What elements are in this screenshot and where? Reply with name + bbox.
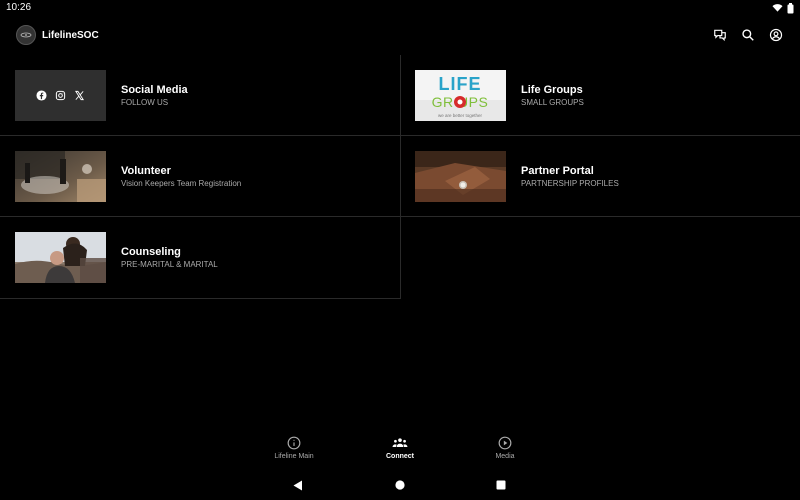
chat-icon [714,29,726,42]
life-groups-thumbnail: LIFE GR UPS we are better together [415,70,506,121]
account-icon [769,28,783,42]
nav-label: Lifeline Main [274,453,314,460]
svg-text:we are better together: we are better together [438,113,483,118]
card-life-groups[interactable]: LIFE GR UPS we are better together Life … [400,55,800,136]
svg-text:LIFE: LIFE [439,74,482,94]
account-button[interactable] [768,27,784,43]
card-subtitle: PARTNERSHIP PROFILES [521,179,619,188]
wifi-icon [772,4,783,12]
card-subtitle: FOLLOW US [121,98,169,107]
card-counseling[interactable]: Counseling PRE-MARITAL & MARITAL [0,217,400,298]
card-title: Counseling [121,246,181,258]
card-subtitle: SMALL GROUPS [521,98,584,107]
card-subtitle: PRE-MARITAL & MARITAL [121,260,218,269]
card-title: Life Groups [521,84,583,96]
system-recents-button[interactable] [494,478,508,492]
app-bar: LifelineSOC [0,20,800,52]
app-logo [16,25,36,45]
social-media-thumbnail [15,70,106,121]
life-groups-logo: LIFE GR UPS we are better together [415,70,506,121]
status-icons [772,2,794,14]
card-title: Partner Portal [521,165,594,177]
search-icon [742,29,754,41]
battery-icon [787,2,794,13]
counseling-photo [15,232,106,283]
group-icon [392,438,408,447]
card-subtitle: Vision Keepers Team Registration [121,179,242,188]
facebook-icon [36,90,47,101]
divider [0,298,400,299]
system-nav [0,474,800,496]
nav-media[interactable]: Media [465,436,545,470]
card-partner-portal[interactable]: Partner Portal PARTNERSHIP PROFILES [400,136,800,217]
search-button[interactable] [740,27,756,43]
nav-connect[interactable]: Connect [360,436,440,470]
partner-portal-photo [415,151,506,202]
card-volunteer[interactable]: Volunteer Vision Keepers Team Registrati… [0,136,400,217]
app-actions [712,27,784,43]
info-icon [287,436,301,450]
play-circle-icon [498,436,512,450]
bottom-nav: Lifeline Main Connect Media [0,436,800,470]
nav-lifeline-main[interactable]: Lifeline Main [254,436,334,470]
system-back-button[interactable] [291,478,305,492]
volunteer-photo [15,151,106,202]
instagram-icon [55,90,66,101]
card-title: Social Media [121,84,188,96]
status-bar: 10:26 [0,0,800,16]
card-title: Volunteer [121,165,171,177]
app-title: LifelineSOC [42,30,99,41]
system-home-button[interactable] [393,478,407,492]
chat-button[interactable] [712,27,728,43]
home-circle-icon [395,480,405,490]
logo-icon [20,32,32,38]
recents-square-icon [496,480,506,490]
nav-label: Media [495,453,515,460]
nav-label: Connect [386,453,414,460]
card-social-media[interactable]: Social Media FOLLOW US [0,55,400,136]
status-time: 10:26 [6,2,32,13]
x-icon [74,90,85,101]
back-triangle-icon [293,480,302,490]
divider [400,55,401,299]
